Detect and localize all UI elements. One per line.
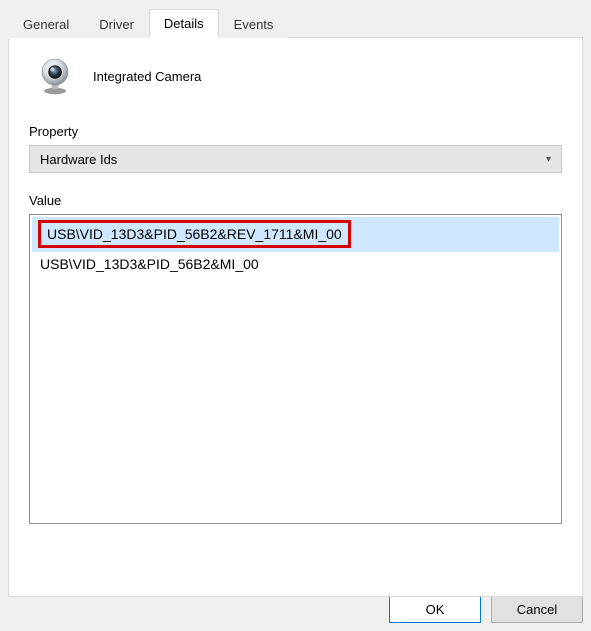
properties-window: General Driver Details Events <box>0 0 591 631</box>
tab-general[interactable]: General <box>8 10 84 38</box>
value-label: Value <box>29 193 562 208</box>
tab-panel-details: Integrated Camera Property Hardware Ids … <box>8 37 583 597</box>
tab-events[interactable]: Events <box>219 10 289 38</box>
webcam-icon <box>35 56 75 96</box>
cancel-button[interactable]: Cancel <box>491 595 583 623</box>
dialog-buttons: OK Cancel <box>389 595 583 623</box>
tab-strip: General Driver Details Events <box>8 8 583 37</box>
list-item-text: USB\VID_13D3&PID_56B2&MI_00 <box>40 256 259 272</box>
list-item[interactable]: USB\VID_13D3&PID_56B2&MI_00 <box>32 252 559 276</box>
ok-button[interactable]: OK <box>389 595 481 623</box>
list-item[interactable]: USB\VID_13D3&PID_56B2&REV_1711&MI_00 <box>32 217 559 252</box>
chevron-down-icon: ▾ <box>546 154 551 165</box>
tab-driver[interactable]: Driver <box>84 10 149 38</box>
property-selected-value: Hardware Ids <box>40 152 117 167</box>
device-name: Integrated Camera <box>93 69 201 84</box>
highlight-frame: USB\VID_13D3&PID_56B2&REV_1711&MI_00 <box>38 220 351 248</box>
tab-details[interactable]: Details <box>149 9 219 38</box>
list-item-text: USB\VID_13D3&PID_56B2&REV_1711&MI_00 <box>47 226 342 242</box>
property-label: Property <box>29 124 562 139</box>
device-header: Integrated Camera <box>35 56 562 96</box>
property-dropdown[interactable]: Hardware Ids ▾ <box>29 145 562 173</box>
value-listbox[interactable]: USB\VID_13D3&PID_56B2&REV_1711&MI_00 USB… <box>29 214 562 524</box>
